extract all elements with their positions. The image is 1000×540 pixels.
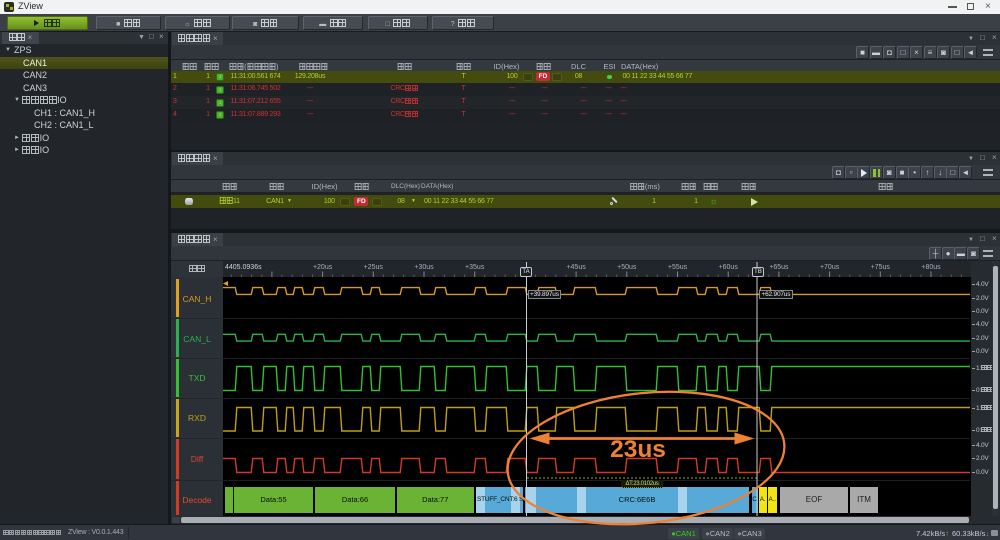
svg-text:23us: 23us: [610, 436, 666, 463]
